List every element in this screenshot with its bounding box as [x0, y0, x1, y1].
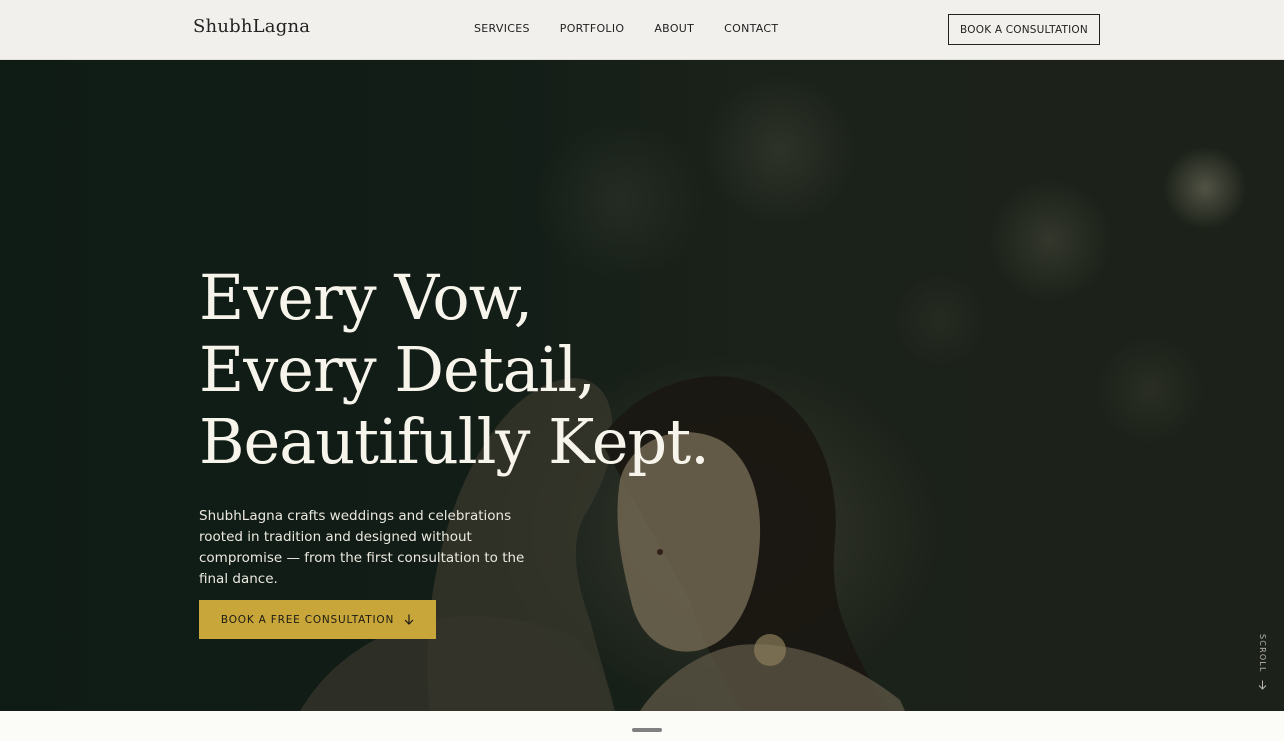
hero-headline: Every Vow, Every Detail, Beautifully Kep… [199, 261, 710, 478]
arrow-down-icon [1258, 680, 1267, 690]
hero-headline-line-2: Every Detail, [199, 333, 596, 406]
hero-description: ShubhLagna crafts weddings and celebrati… [199, 508, 525, 587]
hero-headline-line-3: Beautifully Kept. [199, 405, 710, 478]
book-consultation-button[interactable]: BOOK A CONSULTATION [948, 14, 1100, 45]
hero-headline-line-1: Every Vow, [199, 261, 533, 334]
main-nav: SERVICES PORTFOLIO ABOUT CONTACT [474, 22, 778, 35]
scroll-label: SCROLL [1258, 634, 1267, 673]
site-header: ShubhLagna SERVICES PORTFOLIO ABOUT CONT… [0, 0, 1284, 60]
scroll-indicator[interactable]: SCROLL [1254, 632, 1272, 694]
drag-handle[interactable] [632, 728, 662, 732]
hero-section: Every Vow, Every Detail, Beautifully Kep… [0, 60, 1284, 711]
arrow-down-icon [404, 614, 414, 625]
brand-logo[interactable]: ShubhLagna [193, 16, 310, 37]
nav-link-contact[interactable]: CONTACT [724, 22, 778, 35]
nav-link-about[interactable]: ABOUT [654, 22, 694, 35]
hero-cta-label: BOOK A FREE CONSULTATION [220, 613, 395, 626]
book-free-consultation-button[interactable]: BOOK A FREE CONSULTATION [199, 600, 436, 639]
nav-link-services[interactable]: SERVICES [474, 22, 530, 35]
nav-link-portfolio[interactable]: PORTFOLIO [560, 22, 625, 35]
bottom-strip [0, 711, 1284, 741]
